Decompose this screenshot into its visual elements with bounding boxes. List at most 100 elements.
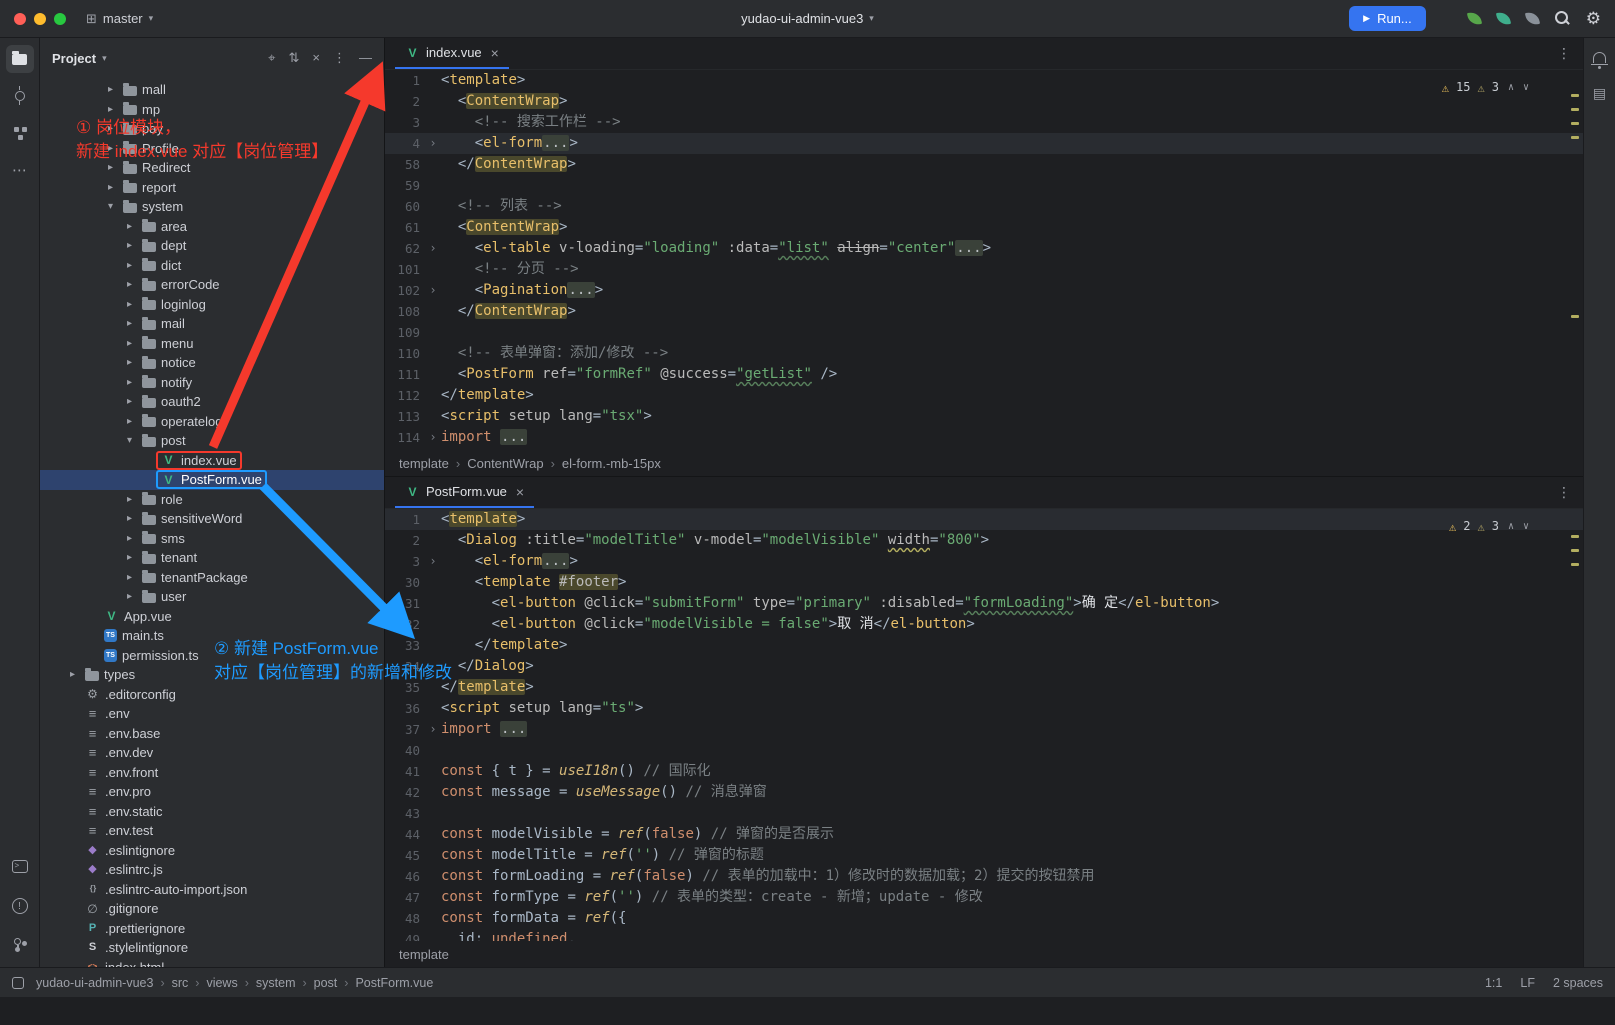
chevron-collapsed-icon[interactable]: ▸ [103, 104, 118, 115]
chevron-collapsed-icon[interactable]: ▸ [103, 123, 118, 134]
code-line-4[interactable]: 4› <el-form...> [385, 133, 1583, 154]
code-line-36[interactable]: 36<script setup lang="ts"> [385, 698, 1583, 719]
cursor-position[interactable]: 1:1 [1485, 976, 1502, 990]
tab-options-icon[interactable]: ⋮ [1557, 484, 1573, 501]
line-separator[interactable]: LF [1520, 976, 1535, 990]
tree-item-loginlog[interactable]: ▸loginlog [40, 295, 384, 315]
tree-item-main.ts[interactable]: main.ts [40, 626, 384, 646]
chevron-collapsed-icon[interactable]: ▸ [122, 552, 137, 563]
locate-file-icon[interactable]: ⌖ [268, 50, 275, 66]
code-line-41[interactable]: 41const { t } = useI18n() // 国际化 [385, 761, 1583, 782]
code-line-31[interactable]: 31 <el-button @click="submitForm" type="… [385, 593, 1583, 614]
prev-issue-icon[interactable]: ∧ [1508, 516, 1514, 537]
structure-tool-button[interactable] [6, 119, 34, 147]
path-segment-src[interactable]: src [172, 976, 189, 990]
editor-bottom-codearea[interactable]: 1<template>2 <Dialog :title="modelTitle"… [385, 509, 1583, 941]
tree-item-post[interactable]: ▾post [40, 431, 384, 451]
tree-item-.stylelintignore[interactable]: .stylelintignore [40, 938, 384, 958]
tree-item-App.vue[interactable]: App.vue [40, 607, 384, 627]
code-line-60[interactable]: 60 <!-- 列表 --> [385, 196, 1583, 217]
run-button[interactable]: ▶ Run... [1349, 6, 1426, 31]
fold-chevron-icon[interactable]: › [425, 427, 441, 448]
minimize-window-button[interactable] [34, 13, 46, 25]
code-line-2[interactable]: 2 <Dialog :title="modelTitle" v-model="m… [385, 530, 1583, 551]
tree-item-sms[interactable]: ▸sms [40, 529, 384, 549]
tree-item-permission.ts[interactable]: permission.ts [40, 646, 384, 666]
chevron-collapsed-icon[interactable]: ▸ [122, 377, 137, 388]
tab-options-icon[interactable]: ⋮ [1557, 45, 1573, 62]
code-line-47[interactable]: 47const formType = ref('') // 表单的类型：crea… [385, 887, 1583, 908]
chevron-collapsed-icon[interactable]: ▸ [122, 338, 137, 349]
branch-selector[interactable]: ⊞ master ▾ [86, 11, 153, 27]
code-line-32[interactable]: 32 <el-button @click="modelVisible = fal… [385, 614, 1583, 635]
code-line-37[interactable]: 37›import ... [385, 719, 1583, 740]
chevron-collapsed-icon[interactable]: ▸ [122, 533, 137, 544]
code-line-42[interactable]: 42const message = useMessage() // 消息弹窗 [385, 782, 1583, 803]
collapse-all-icon[interactable]: × [312, 50, 320, 66]
chevron-collapsed-icon[interactable]: ▸ [122, 260, 137, 271]
tree-item-index.vue[interactable]: index.vue [40, 451, 384, 471]
chevron-collapsed-icon[interactable]: ▸ [122, 318, 137, 329]
path-segment-system[interactable]: system [256, 976, 296, 990]
tree-item-notice[interactable]: ▸notice [40, 353, 384, 373]
breadcrumb-template[interactable]: template [399, 947, 449, 962]
code-line-110[interactable]: 110 <!-- 表单弹窗：添加/修改 --> [385, 343, 1583, 364]
code-line-102[interactable]: 102› <Pagination...> [385, 280, 1583, 301]
tree-item-.env.test[interactable]: .env.test [40, 821, 384, 841]
code-line-33[interactable]: 33 </template> [385, 635, 1583, 656]
tree-item-dict[interactable]: ▸dict [40, 256, 384, 276]
code-line-114[interactable]: 114›import ... [385, 427, 1583, 448]
tree-item-mail[interactable]: ▸mail [40, 314, 384, 334]
tree-item-.editorconfig[interactable]: .editorconfig [40, 685, 384, 705]
close-tab-icon[interactable]: × [491, 45, 499, 61]
tree-item-.env.base[interactable]: .env.base [40, 724, 384, 744]
chevron-expanded-icon[interactable]: ▾ [122, 435, 137, 446]
tree-item-menu[interactable]: ▸menu [40, 334, 384, 354]
chevron-collapsed-icon[interactable]: ▸ [103, 162, 118, 173]
next-issue-icon[interactable]: ∨ [1523, 77, 1529, 98]
search-everywhere-icon[interactable] [1555, 11, 1570, 26]
tree-item-mall[interactable]: ▸mall [40, 80, 384, 100]
chevron-collapsed-icon[interactable]: ▸ [122, 279, 137, 290]
close-window-button[interactable] [14, 13, 26, 25]
zoom-window-button[interactable] [54, 13, 66, 25]
code-line-43[interactable]: 43 [385, 803, 1583, 824]
tree-item-.eslintrc.js[interactable]: .eslintrc.js [40, 860, 384, 880]
code-line-1[interactable]: 1<template> [385, 70, 1583, 91]
chevron-collapsed-icon[interactable]: ▸ [103, 182, 118, 193]
code-line-30[interactable]: 30 <template #footer> [385, 572, 1583, 593]
notifications-bell-icon[interactable] [1593, 52, 1606, 63]
tree-item-Redirect[interactable]: ▸Redirect [40, 158, 384, 178]
tree-item-.env.pro[interactable]: .env.pro [40, 782, 384, 802]
chevron-collapsed-icon[interactable]: ▸ [103, 84, 118, 95]
tree-item-.env.static[interactable]: .env.static [40, 802, 384, 822]
problems-tool-button[interactable]: ! [6, 892, 34, 920]
editor-top-codearea[interactable]: 1<template>2 <ContentWrap>3 <!-- 搜索工作栏 -… [385, 70, 1583, 450]
statusbar-widget-icon[interactable] [12, 977, 24, 989]
breadcrumb-el-form.-mb-15px[interactable]: el-form.-mb-15px [562, 456, 661, 471]
panel-options-icon[interactable]: ⋮ [333, 50, 346, 66]
chevron-collapsed-icon[interactable]: ▸ [122, 299, 137, 310]
next-issue-icon[interactable]: ∨ [1523, 516, 1529, 537]
tree-item-sensitiveWord[interactable]: ▸sensitiveWord [40, 509, 384, 529]
tree-item-.eslintignore[interactable]: .eslintignore [40, 841, 384, 861]
tree-item-errorCode[interactable]: ▸errorCode [40, 275, 384, 295]
tree-item-types[interactable]: ▸types [40, 665, 384, 685]
chevron-collapsed-icon[interactable]: ▸ [122, 396, 137, 407]
code-line-49[interactable]: 49 id: undefined, [385, 929, 1583, 941]
code-line-3[interactable]: 3 <!-- 搜索工作栏 --> [385, 112, 1583, 133]
code-line-62[interactable]: 62› <el-table v-loading="loading" :data=… [385, 238, 1583, 259]
code-line-59[interactable]: 59 [385, 175, 1583, 196]
path-segment-yudao-ui-admin-vue3[interactable]: yudao-ui-admin-vue3 [36, 976, 153, 990]
fold-chevron-icon[interactable]: › [425, 551, 441, 572]
tree-item-.eslintrc-auto-import.json[interactable]: .eslintrc-auto-import.json [40, 880, 384, 900]
path-segment-views[interactable]: views [206, 976, 237, 990]
breadcrumb-ContentWrap[interactable]: ContentWrap [467, 456, 543, 471]
project-tool-button[interactable] [6, 45, 34, 73]
code-line-1[interactable]: 1<template> [385, 509, 1583, 530]
code-line-2[interactable]: 2 <ContentWrap> [385, 91, 1583, 112]
code-line-34[interactable]: 34 </Dialog> [385, 656, 1583, 677]
tree-item-tenantPackage[interactable]: ▸tenantPackage [40, 568, 384, 588]
tree-item-operatelog[interactable]: ▸operatelog [40, 412, 384, 432]
code-line-48[interactable]: 48const formData = ref({ [385, 908, 1583, 929]
